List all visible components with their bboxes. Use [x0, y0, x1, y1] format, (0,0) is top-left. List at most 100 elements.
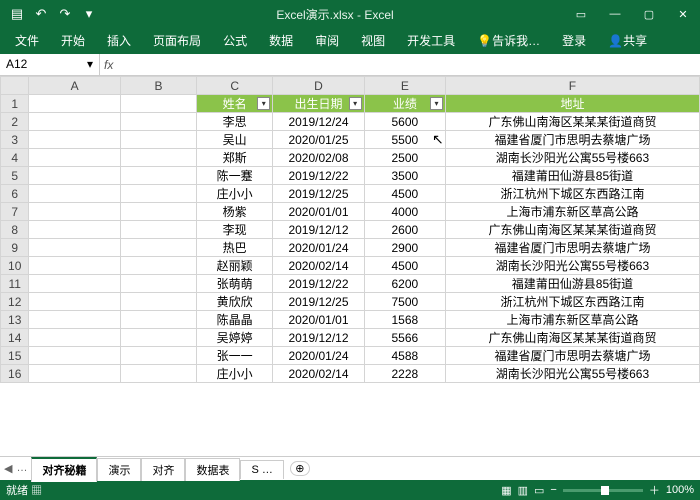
cell[interactable]	[29, 365, 120, 383]
zoom-in-icon[interactable]: ＋	[649, 482, 660, 498]
cell[interactable]	[120, 293, 196, 311]
cell[interactable]	[120, 95, 196, 113]
cell[interactable]: 2228	[364, 365, 445, 383]
cell[interactable]	[120, 365, 196, 383]
cell[interactable]: 2900	[364, 239, 445, 257]
sheet-nav-more-icon[interactable]: …	[16, 462, 27, 475]
cell[interactable]: 2020/01/24	[273, 347, 364, 365]
header-cell-perf[interactable]: 业绩▾	[364, 95, 445, 113]
cell[interactable]: 福建省厦门市思明去蔡塘广场	[445, 131, 699, 149]
cell[interactable]: 2020/01/01	[273, 203, 364, 221]
cell[interactable]: 吴山	[197, 131, 273, 149]
zoom-level[interactable]: 100%	[666, 484, 694, 496]
cell[interactable]: 4588	[364, 347, 445, 365]
filter-dropdown-icon[interactable]: ▾	[430, 97, 443, 110]
cell[interactable]: 杨紫	[197, 203, 273, 221]
tab-insert[interactable]: 插入	[96, 27, 142, 54]
cell[interactable]	[120, 311, 196, 329]
row-header[interactable]: 1	[1, 95, 29, 113]
cell[interactable]: 上海市浦东新区草高公路	[445, 311, 699, 329]
spreadsheet-grid[interactable]: A B C D E F 1 姓名▾ 出生日期▾ 业绩▾ 地址 2李思2019/1…	[0, 76, 700, 456]
cell[interactable]	[29, 185, 120, 203]
row-header[interactable]: 11	[1, 275, 29, 293]
header-cell-date[interactable]: 出生日期▾	[273, 95, 364, 113]
cell[interactable]	[29, 347, 120, 365]
row-header[interactable]: 2	[1, 113, 29, 131]
cell[interactable]: 浙江杭州下城区东西路江南	[445, 185, 699, 203]
row-header[interactable]: 16	[1, 365, 29, 383]
cell[interactable]: 2020/02/08	[273, 149, 364, 167]
cell[interactable]: 4500	[364, 257, 445, 275]
cell[interactable]	[29, 221, 120, 239]
cell[interactable]	[29, 257, 120, 275]
cell[interactable]	[120, 347, 196, 365]
row-header[interactable]: 12	[1, 293, 29, 311]
cell[interactable]	[120, 203, 196, 221]
fx-icon[interactable]: fx	[104, 58, 113, 72]
row-header[interactable]: 15	[1, 347, 29, 365]
tab-home[interactable]: 开始	[50, 27, 96, 54]
cell[interactable]: 湖南长沙阳光公寓55号楼663	[445, 257, 699, 275]
cell[interactable]	[120, 221, 196, 239]
cell[interactable]: 4500	[364, 185, 445, 203]
cell[interactable]: 2020/01/01	[273, 311, 364, 329]
cell[interactable]: 2020/01/25	[273, 131, 364, 149]
row-header[interactable]: 8	[1, 221, 29, 239]
row-header[interactable]: 10	[1, 257, 29, 275]
redo-icon[interactable]: ↷	[54, 3, 76, 25]
cell[interactable]: 2019/12/24	[273, 113, 364, 131]
cell[interactable]	[29, 203, 120, 221]
cell[interactable]: 热巴	[197, 239, 273, 257]
maximize-icon[interactable]: ▢	[632, 0, 666, 28]
tab-view[interactable]: 视图	[350, 27, 396, 54]
ribbon-options-icon[interactable]: ▭	[564, 0, 598, 28]
sheet-nav-prev-icon[interactable]: ◀	[4, 462, 12, 475]
cell[interactable]: 黄欣欣	[197, 293, 273, 311]
zoom-slider[interactable]	[563, 489, 643, 492]
view-layout-icon[interactable]: ▥	[518, 484, 528, 497]
cell[interactable]: 张萌萌	[197, 275, 273, 293]
chevron-down-icon[interactable]: ▾	[87, 57, 93, 71]
cell[interactable]: 庄小小	[197, 365, 273, 383]
cell[interactable]: 庄小小	[197, 185, 273, 203]
cell[interactable]: 浙江杭州下城区东西路江南	[445, 293, 699, 311]
cell[interactable]: 4000	[364, 203, 445, 221]
tab-file[interactable]: 文件	[4, 27, 50, 54]
name-box[interactable]: A12 ▾	[0, 54, 100, 76]
cell[interactable]: 广东佛山南海区某某某街道商贸	[445, 329, 699, 347]
cell[interactable]	[29, 131, 120, 149]
col-header[interactable]: B	[120, 77, 196, 95]
view-normal-icon[interactable]: ▦	[501, 484, 511, 497]
select-all-corner[interactable]	[1, 77, 29, 95]
cell[interactable]	[29, 239, 120, 257]
cell[interactable]	[29, 275, 120, 293]
cell[interactable]: 7500	[364, 293, 445, 311]
cell[interactable]: 湖南长沙阳光公寓55号楼663	[445, 365, 699, 383]
cell[interactable]: 2020/01/24	[273, 239, 364, 257]
undo-icon[interactable]: ↶	[30, 3, 52, 25]
cell[interactable]: 2019/12/25	[273, 185, 364, 203]
cell[interactable]	[29, 95, 120, 113]
row-header[interactable]: 9	[1, 239, 29, 257]
cell[interactable]: 福建莆田仙游县85街道	[445, 167, 699, 185]
cell[interactable]	[29, 311, 120, 329]
zoom-thumb[interactable]	[601, 486, 609, 495]
filter-dropdown-icon[interactable]: ▾	[349, 97, 362, 110]
header-cell-name[interactable]: 姓名▾	[197, 95, 273, 113]
cell[interactable]: 广东佛山南海区某某某街道商贸	[445, 221, 699, 239]
cell[interactable]	[120, 257, 196, 275]
save-icon[interactable]: ▤	[6, 3, 28, 25]
cell[interactable]: 3500	[364, 167, 445, 185]
cell[interactable]: 陈晶晶	[197, 311, 273, 329]
header-cell-addr[interactable]: 地址	[445, 95, 699, 113]
cell[interactable]	[120, 275, 196, 293]
cell[interactable]: 2019/12/12	[273, 329, 364, 347]
close-icon[interactable]: ✕	[666, 0, 700, 28]
cell[interactable]: 福建省厦门市思明去蔡塘广场	[445, 239, 699, 257]
cell[interactable]	[29, 149, 120, 167]
cell[interactable]: 1568	[364, 311, 445, 329]
sheet-tab[interactable]: S …	[240, 460, 283, 479]
sign-in[interactable]: 登录	[551, 27, 597, 54]
col-header[interactable]: A	[29, 77, 120, 95]
cell[interactable]: 福建省厦门市思明去蔡塘广场	[445, 347, 699, 365]
